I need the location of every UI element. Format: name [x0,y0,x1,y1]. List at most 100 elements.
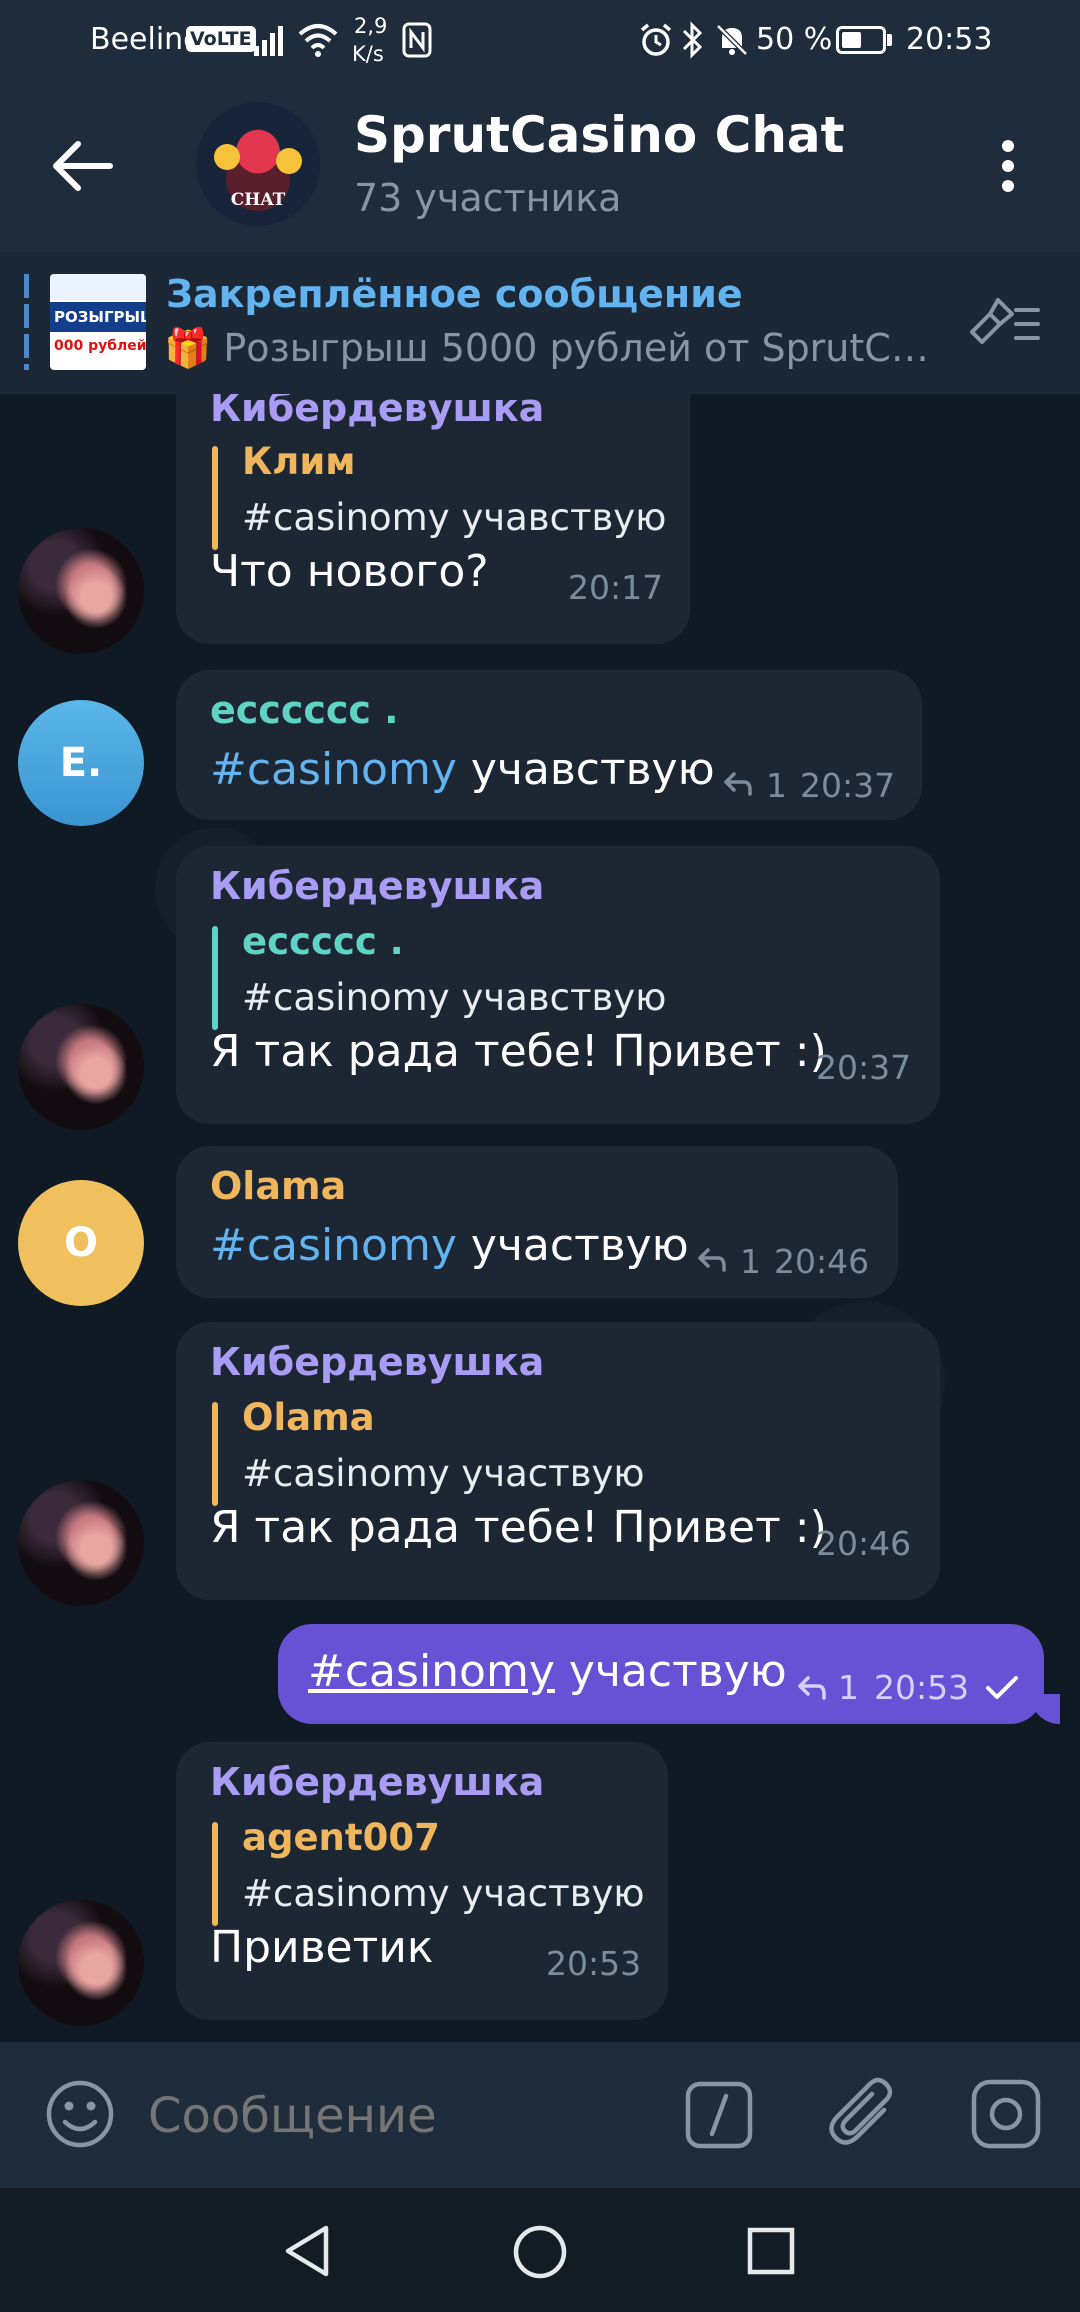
avatar[interactable] [18,1480,144,1606]
nfc-icon [402,22,432,58]
battery-percent: 50 % [756,22,833,57]
chat-header: CHAT SprutCasino Chat 73 участника [0,82,1080,252]
message-time: 20:37 [816,1048,912,1087]
message-time: 20:17 [568,568,664,607]
message-bubble[interactable]: ecccccc . #casinomy учавствую 1 20:37 [176,670,922,820]
sender-name[interactable]: ecccccc . [210,688,399,732]
outgoing-message-bubble[interactable]: #casinomy участвую 1 20:53 [278,1624,1044,1724]
pinned-indicator [24,274,29,370]
avatar-caption: CHAT [230,190,286,210]
reply-bar [212,1822,218,1926]
message-text: #casinomy участвую [210,1220,689,1271]
message-text: #casinomy учавствую [210,744,715,795]
status-bar: Beeline VoLTE 2,9 K/s 50 % 20:53 [0,0,1080,82]
avatar[interactable]: O [18,1180,144,1306]
message-time: 20:53 [546,1944,642,1983]
reply-text: #casinomy участвую [242,1872,645,1915]
battery-icon [836,26,886,54]
clock: 20:53 [906,22,993,57]
chat-messages[interactable]: Кибердевушка Клим #casinomy учавствую Чт… [0,394,1080,2042]
sender-name[interactable]: Olama [210,1164,346,1208]
reply-arrow-icon [798,1676,826,1700]
sender-name[interactable]: Кибердевушка [210,1760,544,1804]
pinned-title: Закреплённое сообщение [166,272,743,316]
message-time: 20:37 [800,766,896,805]
message-composer [0,2042,1080,2188]
thumb-top [50,274,146,300]
avatar[interactable] [18,1900,144,2026]
system-navigation-bar [0,2188,1080,2312]
message-text: Что нового? [210,546,489,597]
avatar[interactable]: E. [18,700,144,826]
mute-bell-icon [716,24,748,56]
nav-home-icon[interactable] [512,2224,568,2280]
avatar-right-chip [276,148,302,174]
chat-avatar[interactable]: CHAT [196,102,320,226]
command-icon[interactable] [684,2080,754,2150]
check-icon [986,1676,1018,1699]
chat-subtitle: 73 участника [354,176,622,220]
reply-count: 1 [766,766,787,805]
avatar[interactable] [18,528,144,654]
reply-arrow-icon [724,772,752,796]
chat-title[interactable]: SprutCasino Chat [354,106,845,164]
attach-icon[interactable] [826,2074,900,2154]
camera-icon[interactable] [970,2078,1042,2150]
message-text: Приветик [210,1922,434,1973]
message-text: Я так рада тебе! Привет :) [210,1502,827,1553]
thumb-line2: 000 рублей [54,338,146,354]
wifi-icon [298,24,338,57]
message-time: 20:46 [816,1524,912,1563]
reply-text: #casinomy учавствую [242,496,667,539]
signal-icon [254,26,283,56]
reply-text: #casinomy участвую [242,1452,645,1495]
message-bubble[interactable]: Кибердевушка agent007 #casinomy участвую… [176,1742,668,2020]
message-bubble[interactable]: Кибердевушка eccccc . #casinomy учавству… [176,846,940,1124]
message-bubble[interactable]: Кибердевушка Olama #casinomy участвую Я … [176,1322,940,1600]
reply-count: 1 [838,1668,859,1707]
message-text-rest: учавствую [456,744,715,795]
sender-name[interactable]: Кибердевушка [210,1340,544,1384]
avatar[interactable] [18,1004,144,1130]
reply-bar [212,446,218,550]
message-time: 20:46 [774,1242,870,1281]
alarm-icon [640,23,672,56]
emoji-icon[interactable] [44,2078,116,2150]
back-arrow-icon[interactable] [50,140,114,192]
hashtag-link[interactable]: #casinomy [210,744,457,795]
message-bubble[interactable]: Olama #casinomy участвую 1 20:46 [176,1146,898,1298]
reply-sender[interactable]: agent007 [242,1816,440,1859]
hashtag-link[interactable]: #casinomy [308,1646,555,1697]
message-text: #casinomy участвую [308,1646,787,1697]
nav-recents-icon[interactable] [746,2226,796,2276]
pinned-message-bar[interactable]: РОЗЫГРЫШ! 000 рублей Закреплённое сообще… [0,252,1080,394]
hashtag-link[interactable]: #casinomy [210,1220,457,1271]
reply-bar [212,1402,218,1506]
pinned-preview: 🎁 Розыгрыш 5000 рублей от SprutC… [164,326,929,370]
volte-badge: VoLTE [186,26,256,52]
bubble-tail [1030,1694,1060,1724]
reply-sender[interactable]: eccccc . [242,920,404,963]
message-time: 20:53 [874,1668,970,1707]
message-text: Я так рада тебе! Привет :) [210,1026,827,1077]
battery-tip [887,34,892,46]
nav-back-icon[interactable] [282,2224,332,2278]
net-speed-unit: K/s [352,42,384,66]
reply-count: 1 [740,1242,761,1281]
more-vertical-icon[interactable] [994,138,1022,194]
reply-text: #casinomy учавствую [242,976,667,1019]
avatar-left-chip [214,144,240,170]
reply-bar [212,926,218,1030]
message-bubble[interactable]: Кибердевушка Клим #casinomy учавствую Чт… [176,394,690,644]
sender-name[interactable]: Кибердевушка [210,394,544,430]
pin-list-icon[interactable] [966,292,1042,352]
reply-sender[interactable]: Olama [242,1396,375,1439]
reply-sender[interactable]: Клим [242,440,356,483]
pinned-thumbnail: РОЗЫГРЫШ! 000 рублей [50,274,146,370]
message-text-rest: участвую [456,1220,689,1271]
message-input[interactable] [146,2082,650,2150]
message-text-rest: участвую [554,1646,787,1697]
sender-name[interactable]: Кибердевушка [210,864,544,908]
thumb-line1: РОЗЫГРЫШ! [54,308,146,326]
bluetooth-icon [682,21,703,59]
